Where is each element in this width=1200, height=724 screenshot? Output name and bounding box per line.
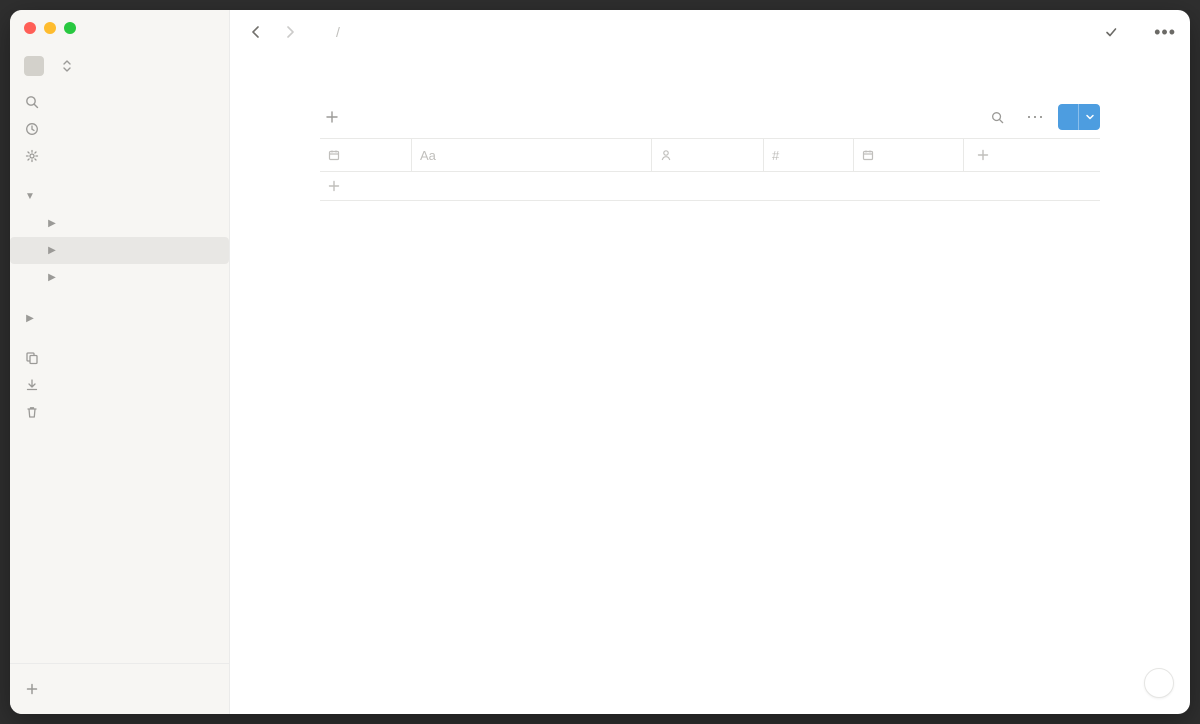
caret-right-icon[interactable]: ▶ [46, 272, 58, 283]
plus-icon [326, 111, 338, 123]
caret-right-icon[interactable]: ▶ [24, 313, 36, 324]
add-view-button[interactable] [320, 107, 350, 127]
table-header: Aa # [320, 139, 1100, 171]
col-title[interactable]: Aa [412, 139, 652, 171]
updates-button[interactable] [1104, 25, 1122, 39]
gear-icon [24, 149, 40, 163]
sidebar-settings[interactable] [10, 142, 229, 169]
col-paid[interactable] [854, 139, 964, 171]
window-controls [24, 22, 76, 34]
database-viewbar: ⋯ [320, 104, 1100, 136]
sidebar-item-tasks[interactable]: ▶ [10, 264, 229, 291]
app-window: ▼ ▶ ▶ ▶ ▶ [10, 10, 1190, 714]
text-icon: Aa [420, 148, 436, 163]
col-member[interactable] [652, 139, 764, 171]
sidebar-item-expenses[interactable]: ▶ [10, 237, 229, 264]
search-icon [24, 95, 40, 109]
col-price[interactable]: # [764, 139, 854, 171]
sidebar-import[interactable] [10, 371, 229, 398]
sidebar: ▼ ▶ ▶ ▶ ▶ [10, 10, 230, 714]
plus-icon [328, 180, 340, 192]
help-button[interactable] [1144, 668, 1174, 698]
properties-button[interactable] [921, 115, 929, 119]
breadcrumb-separator: / [336, 24, 340, 40]
breadcrumb-current[interactable] [350, 30, 364, 34]
sidebar-item-home[interactable]: ▼ [10, 183, 229, 210]
sidebar-quick-find[interactable] [10, 88, 229, 115]
sidebar-templates[interactable] [10, 344, 229, 371]
main: / ••• [230, 10, 1190, 714]
plus-icon [24, 682, 40, 696]
view-more-button[interactable]: ⋯ [1026, 107, 1044, 128]
window-close-button[interactable] [24, 22, 36, 34]
new-row-button[interactable] [1058, 104, 1100, 130]
workspace-switcher[interactable] [10, 50, 229, 88]
breadcrumb-home[interactable] [312, 30, 326, 34]
trash-icon [24, 405, 40, 419]
sidebar-section-workspace [10, 169, 229, 183]
window-maximize-button[interactable] [64, 22, 76, 34]
new-page-button[interactable] [10, 672, 229, 706]
import-icon [24, 378, 40, 392]
sort-button[interactable] [965, 115, 973, 119]
chevron-updown-icon [62, 60, 72, 72]
caret-right-icon[interactable]: ▶ [46, 218, 58, 229]
person-icon [660, 149, 672, 161]
caret-down-icon[interactable]: ▼ [24, 191, 36, 202]
sidebar-trash[interactable] [10, 398, 229, 425]
sidebar-all-updates[interactable] [10, 115, 229, 142]
plus-icon [977, 149, 989, 161]
caret-right-icon[interactable]: ▶ [46, 245, 58, 256]
new-row-dropdown[interactable] [1078, 104, 1100, 130]
workspace-badge [24, 56, 44, 76]
nav-back-button[interactable] [244, 20, 268, 44]
expenses-table: Aa # [320, 138, 1100, 201]
check-icon [1104, 25, 1118, 39]
topbar: / ••• [230, 10, 1190, 54]
col-date[interactable] [320, 139, 412, 171]
calendar-icon [862, 149, 874, 161]
add-column-button[interactable] [964, 139, 1002, 171]
sidebar-section-private [10, 291, 229, 305]
nav-forward-button[interactable] [278, 20, 302, 44]
templates-icon [24, 351, 40, 365]
add-row-button[interactable] [320, 171, 1100, 200]
col-spacer [1002, 139, 1100, 171]
table-count[interactable] [320, 201, 1100, 230]
window-minimize-button[interactable] [44, 22, 56, 34]
topbar-actions: ••• [1088, 25, 1176, 39]
number-icon: # [772, 148, 779, 163]
chevron-down-icon [1085, 112, 1095, 122]
search-icon [991, 111, 1004, 124]
search-button[interactable] [987, 109, 1012, 126]
calendar-icon [328, 149, 340, 161]
page-body: ⋯ [230, 54, 1190, 714]
sidebar-item-projects[interactable]: ▶ [10, 210, 229, 237]
sidebar-item-my-tasks[interactable]: ▶ [10, 305, 229, 332]
clock-icon [24, 122, 40, 136]
filter-button[interactable] [943, 115, 951, 119]
